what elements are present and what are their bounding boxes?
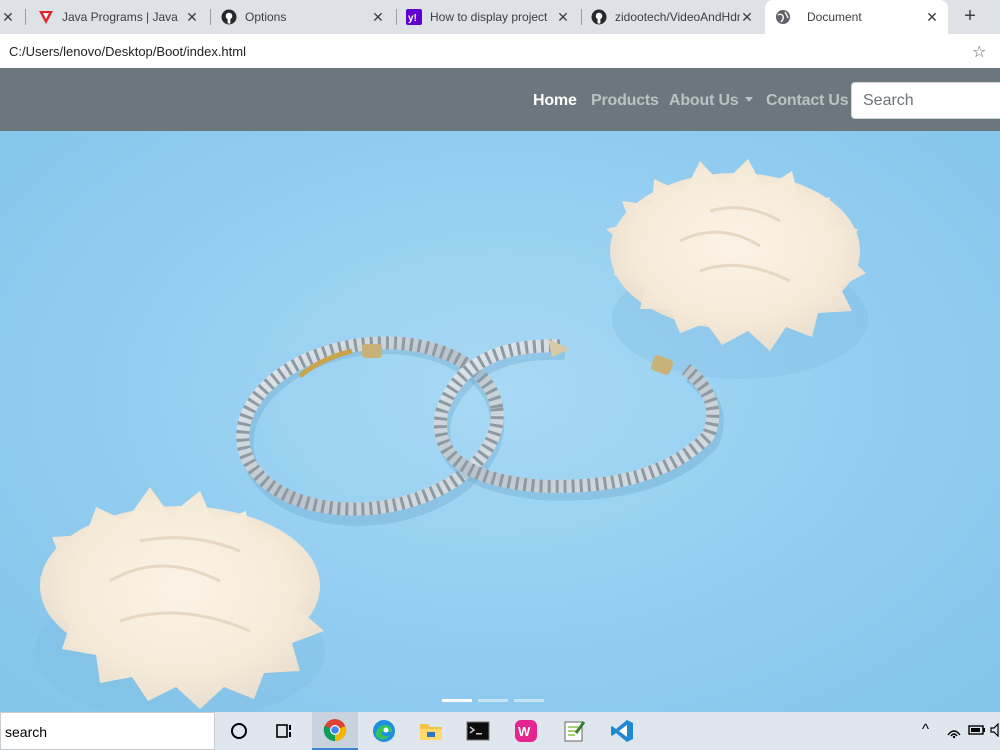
carousel-indicator-3[interactable] — [514, 699, 544, 702]
tab-separator — [25, 9, 26, 25]
bookmark-star-icon[interactable]: ☆ — [972, 42, 986, 62]
close-icon[interactable]: ✕ — [0, 9, 16, 25]
carousel-slide-image — [35, 159, 868, 712]
tab-options[interactable]: Options ✕ — [212, 0, 394, 34]
tab-separator — [210, 9, 211, 25]
file-explorer-icon[interactable] — [408, 712, 454, 750]
svg-text:y!: y! — [408, 13, 417, 24]
tab-zidootech[interactable]: zidootech/VideoAndHdmiIn ✕ — [583, 0, 763, 34]
tab-separator — [396, 9, 397, 25]
search-input[interactable] — [851, 82, 1000, 119]
chevron-up-icon[interactable]: ^ — [922, 721, 929, 738]
nav-home[interactable]: Home — [533, 92, 577, 110]
volume-icon[interactable] — [990, 722, 1000, 740]
tab-separator — [581, 9, 582, 25]
carousel — [0, 131, 1000, 712]
bracelet-left — [236, 336, 505, 526]
vscode-icon[interactable] — [599, 712, 645, 750]
wifi-icon[interactable] — [946, 723, 962, 742]
windows-taskbar: search W ^ — [0, 712, 1000, 750]
navbar: Home Products About Us Contact Us — [0, 68, 1000, 131]
address-bar[interactable]: C:/Users/lenovo/Desktop/Boot/index.html … — [0, 34, 1000, 68]
nav-about-us[interactable]: About Us — [669, 92, 753, 110]
close-icon[interactable]: ✕ — [924, 9, 940, 25]
tab-document[interactable]: Document ✕ — [765, 0, 948, 34]
close-icon[interactable]: ✕ — [370, 9, 386, 25]
battery-icon[interactable] — [968, 723, 986, 740]
terminal-icon[interactable] — [455, 712, 501, 750]
tab-title: How to display project — [430, 10, 548, 24]
new-tab-button[interactable]: + — [958, 6, 982, 28]
close-icon[interactable]: ✕ — [739, 9, 755, 25]
carousel-indicators — [442, 699, 562, 705]
globe-icon — [775, 9, 791, 25]
flower-top-right — [606, 159, 868, 379]
yahoo-icon: y! — [406, 9, 422, 25]
edge-icon[interactable] — [361, 712, 407, 750]
github-icon — [221, 9, 237, 25]
task-view-icon[interactable] — [262, 712, 308, 750]
carousel-indicator-1[interactable] — [442, 699, 472, 702]
close-icon[interactable]: ✕ — [555, 9, 571, 25]
javatpoint-icon — [38, 9, 54, 25]
page-viewport: Home Products About Us Contact Us — [0, 68, 1000, 712]
tab-title: zidootech/VideoAndHdmiIn — [615, 10, 740, 24]
notepad-plus-icon[interactable] — [551, 712, 597, 750]
browser-tab-strip: ✕ Java Programs | Java Programming Examp… — [0, 0, 1000, 34]
close-icon[interactable]: ✕ — [184, 9, 200, 25]
chrome-icon[interactable] — [312, 712, 358, 750]
flower-bottom-left — [35, 487, 325, 712]
github-icon — [591, 9, 607, 25]
nav-contact-us[interactable]: Contact Us — [766, 92, 849, 110]
carousel-indicator-2[interactable] — [478, 699, 508, 702]
cortana-icon[interactable] — [216, 712, 262, 750]
taskbar-search-text[interactable]: search — [5, 724, 47, 740]
tab-title: Java Programs | Java Programming Example… — [62, 10, 182, 24]
svg-text:W: W — [518, 724, 531, 739]
tab-title: Options — [245, 10, 287, 24]
nav-about-us-label: About Us — [669, 92, 739, 109]
tab-java-programs[interactable]: Java Programs | Java Programming Example… — [30, 0, 208, 34]
tab-how-to-display[interactable]: y! How to display project ✕ — [398, 0, 579, 34]
wamp-icon[interactable]: W — [503, 712, 549, 750]
chevron-down-icon — [744, 97, 753, 102]
url-text[interactable]: C:/Users/lenovo/Desktop/Boot/index.html — [9, 44, 246, 59]
taskbar-search-box[interactable]: search — [0, 712, 215, 750]
tab-title: Document — [807, 10, 862, 24]
nav-products[interactable]: Products — [591, 92, 659, 110]
tab-partial-left[interactable]: ✕ — [0, 0, 20, 34]
